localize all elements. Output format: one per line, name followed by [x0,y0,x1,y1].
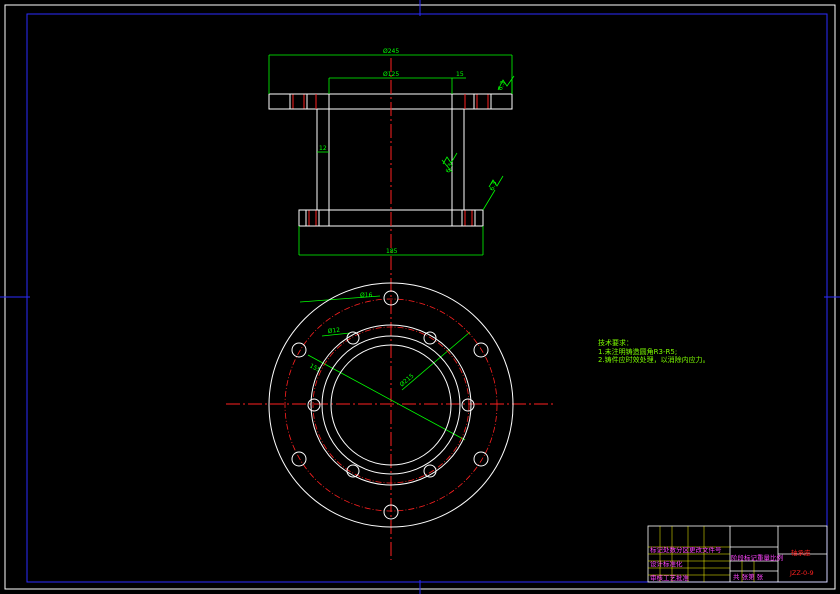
technical-requirements: 技术要求： 1.未注明铸造圆角R3-R5; 2.铸件应时效处理，以消除内应力。 [598,339,710,365]
notes-line-1: 1.未注明铸造圆角R3-R5; [598,347,678,356]
title-row-a: 标记处数分区更改文件号 [650,545,722,554]
notes-line-2: 2.铸件应时效处理，以消除内应力。 [598,356,710,364]
cad-drawing: Ø245 Ø125 15 12 185 6.3 6.3 6.3 Ø16 Ø12 … [0,0,840,594]
dim-wall: 12 [319,145,327,152]
sheet-label: 共 张第 张 [733,572,764,581]
roughness-symbols [442,75,515,188]
part-name: 轴承座 [791,548,811,557]
title-row-c: 审核工艺批准 [650,573,690,582]
roughness-2: 6.3 [445,162,455,174]
notes-heading: 技术要求： [598,339,633,347]
dim-inner-dia: Ø125 [383,71,399,78]
title-row-b: 设计标准化 [650,559,683,568]
dim-base-width: 185 [386,248,398,255]
sheet-border-inner [26,13,828,583]
scale-label: 阶段标记重量比例 [731,553,783,562]
dim-bolt-hole: Ø16 [360,292,373,299]
centering-marks [0,0,840,594]
title-block-texts: 轴承座 JZZ-0-9 标记处数分区更改文件号 设计标准化 审核工艺批准 阶段标… [650,545,814,582]
dim-outer-dia: Ø245 [383,48,399,55]
sheet-border-outer [4,4,836,590]
drawing-number: JZZ-0-9 [789,569,814,577]
dim-flange-thk: 15 [456,71,464,78]
